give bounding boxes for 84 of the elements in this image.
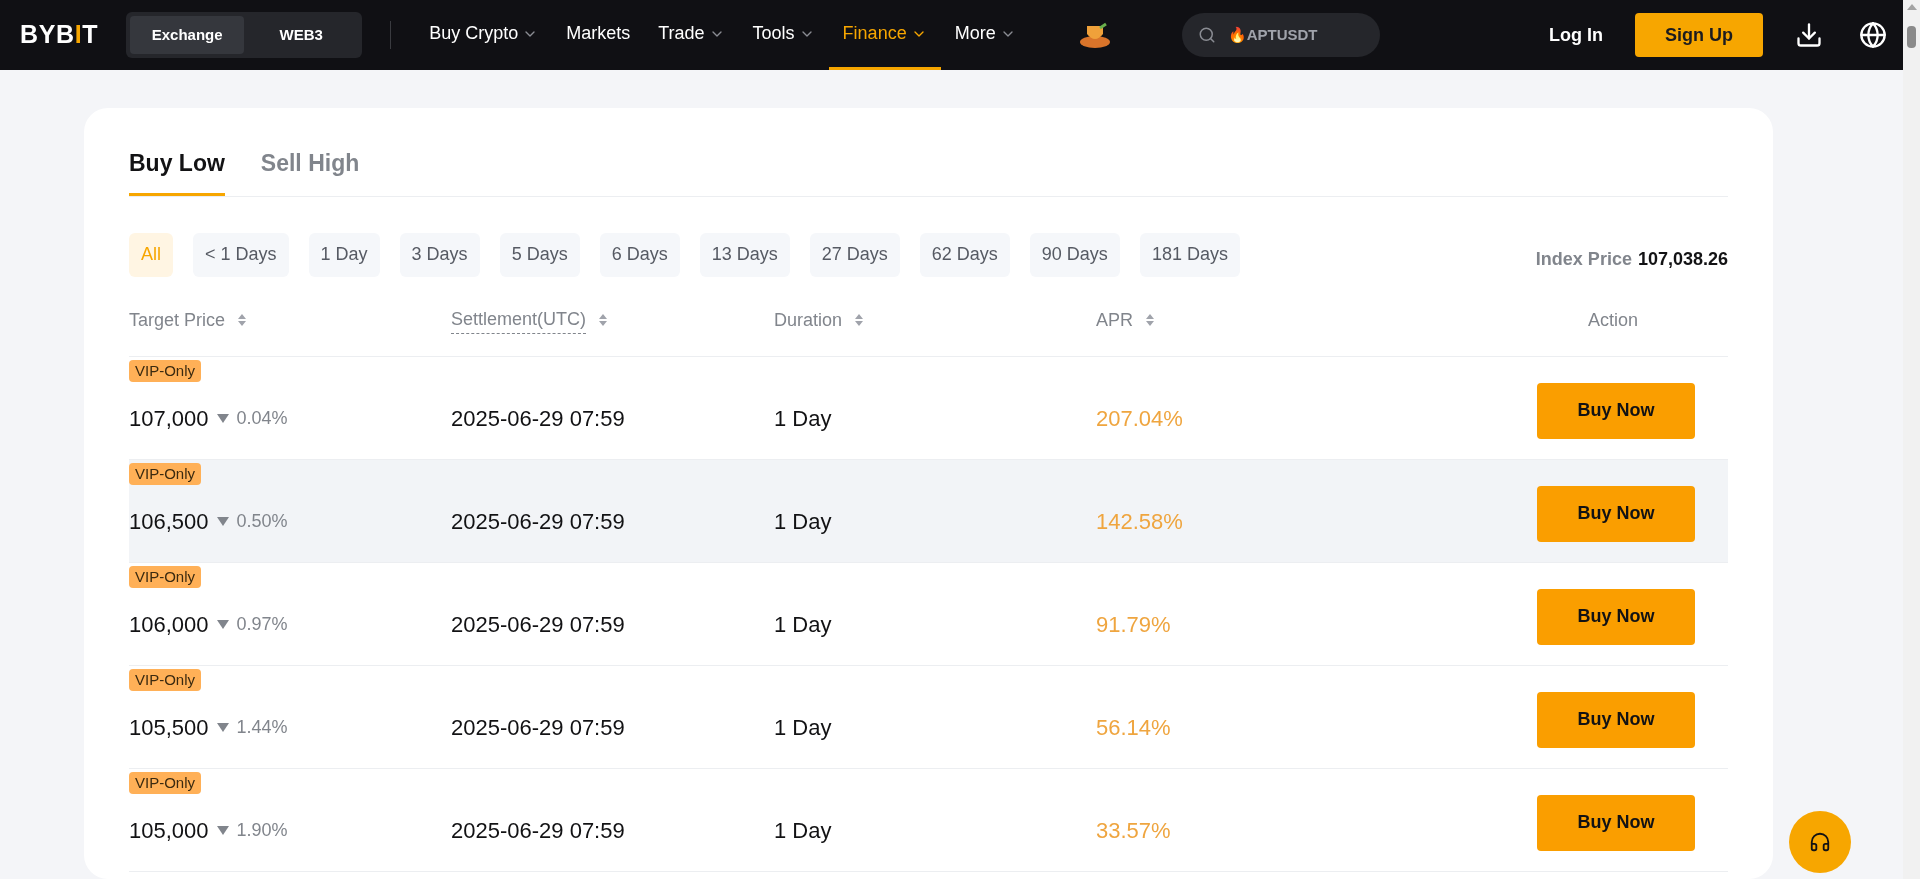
price-change: 0.50%	[236, 510, 288, 533]
table-row[interactable]: VIP-Only 106,500 0.50% 2025-06-29 07:59 1 Day 142.58% Buy Now	[129, 459, 1728, 563]
index-price-label: Index Price	[1535, 247, 1632, 271]
mode-switch-option[interactable]: WEB3	[244, 16, 359, 54]
nav-menu-item[interactable]: Finance	[828, 0, 941, 70]
download-icon[interactable]	[1795, 21, 1823, 49]
column-header: APR	[1096, 308, 1133, 332]
buy-now-button[interactable]: Buy Now	[1537, 485, 1695, 542]
duration: 1 Day	[774, 405, 833, 433]
buy-now-button[interactable]: Buy Now	[1537, 691, 1695, 748]
buy-now-button[interactable]: Buy Now	[1537, 588, 1695, 645]
scrollbar[interactable]	[1903, 0, 1920, 879]
target-price: 105,500	[129, 714, 209, 742]
duration-filter-chip[interactable]: 6 Days	[599, 232, 680, 277]
down-triangle-icon	[216, 414, 229, 423]
price-change: 1.44%	[236, 716, 288, 739]
column-header: Duration	[774, 308, 843, 332]
duration: 1 Day	[774, 508, 833, 536]
duration: 1 Day	[774, 611, 833, 639]
down-triangle-icon	[216, 517, 229, 526]
duration-filter-chip[interactable]: 13 Days	[699, 232, 790, 277]
nav-menu-item[interactable]: Tools	[738, 0, 829, 70]
apr-value: 91.79%	[1096, 611, 1172, 639]
target-price: 106,500	[129, 508, 209, 536]
vip-only-badge: VIP-Only	[129, 771, 201, 794]
duration-filter-chip[interactable]: 62 Days	[919, 232, 1010, 277]
target-price: 106,000	[129, 611, 209, 639]
duration: 1 Day	[774, 817, 833, 845]
nav-menu-item[interactable]: Trade	[644, 0, 739, 70]
nav-menu-item[interactable]: Markets	[552, 0, 645, 70]
search-icon	[1197, 26, 1216, 44]
apr-value: 207.04%	[1096, 405, 1184, 433]
vip-only-badge: VIP-Only	[129, 668, 201, 691]
sort-icon[interactable]	[854, 313, 865, 327]
sort-icon[interactable]	[598, 313, 609, 327]
column-header: Settlement(UTC)	[451, 306, 587, 334]
sort-icon[interactable]	[1145, 313, 1155, 327]
tab[interactable]: Sell High	[260, 146, 360, 196]
buy-now-button[interactable]: Buy Now	[1537, 382, 1695, 439]
scrollbar-thumb	[1907, 26, 1916, 48]
tab[interactable]: Buy Low	[129, 146, 225, 196]
nav-menu-item[interactable]: More	[940, 0, 1030, 70]
scrollbar-arrow-icon	[1906, 4, 1917, 10]
down-triangle-icon	[216, 723, 229, 732]
target-price: 107,000	[129, 405, 209, 433]
search-field[interactable]: 🔥APTUSDT	[1181, 13, 1380, 57]
price-change: 0.04%	[236, 407, 288, 430]
apr-value: 33.57%	[1096, 817, 1172, 845]
duration: 1 Day	[774, 714, 833, 742]
apr-value: 56.14%	[1096, 714, 1172, 742]
duration-filter-chip[interactable]: 3 Days	[399, 232, 480, 277]
settlement-time: 2025-06-29 07:59	[451, 405, 626, 433]
price-change: 1.90%	[236, 819, 288, 842]
settlement-time: 2025-06-29 07:59	[451, 508, 626, 536]
settlement-time: 2025-06-29 07:59	[451, 817, 626, 845]
column-header: Target Price	[129, 308, 226, 332]
index-price-value: 107,038.26	[1637, 247, 1728, 271]
apr-value: 142.58%	[1096, 508, 1184, 536]
log-in-button[interactable]: Log In	[1549, 21, 1603, 49]
sort-icon[interactable]	[237, 313, 248, 327]
column-header: Action	[1588, 308, 1638, 332]
duration-filter-chip[interactable]: 5 Days	[499, 232, 580, 277]
headset-icon	[1809, 831, 1831, 853]
duration-filter-chip[interactable]: 181 Days	[1139, 232, 1240, 277]
logo[interactable]: BYBIT	[20, 16, 99, 54]
mode-switch-option[interactable]: Exchange	[130, 16, 245, 54]
duration-filter-chip[interactable]: < 1 Days	[193, 232, 289, 277]
vip-only-badge: VIP-Only	[129, 565, 201, 588]
duration-filter-chip[interactable]: 90 Days	[1029, 232, 1120, 277]
sign-up-button[interactable]: Sign Up	[1635, 13, 1763, 57]
down-triangle-icon	[216, 620, 229, 629]
duration-filter-chip[interactable]: 27 Days	[809, 232, 900, 277]
target-price: 105,000	[129, 817, 209, 845]
settlement-time: 2025-06-29 07:59	[451, 714, 626, 742]
settlement-time: 2025-06-29 07:59	[451, 611, 626, 639]
vip-only-badge: VIP-Only	[129, 359, 201, 382]
buy-now-button[interactable]: Buy Now	[1537, 794, 1695, 851]
duration-filter-chip[interactable]: 1 Day	[308, 232, 380, 277]
price-change: 0.97%	[236, 613, 288, 636]
search-input[interactable]: 🔥APTUSDT	[1227, 23, 1364, 47]
globe-icon[interactable]	[1859, 21, 1887, 49]
nav-menu-item[interactable]: Buy Crypto	[415, 0, 553, 70]
down-triangle-icon	[216, 826, 229, 835]
vip-only-badge: VIP-Only	[129, 462, 201, 485]
